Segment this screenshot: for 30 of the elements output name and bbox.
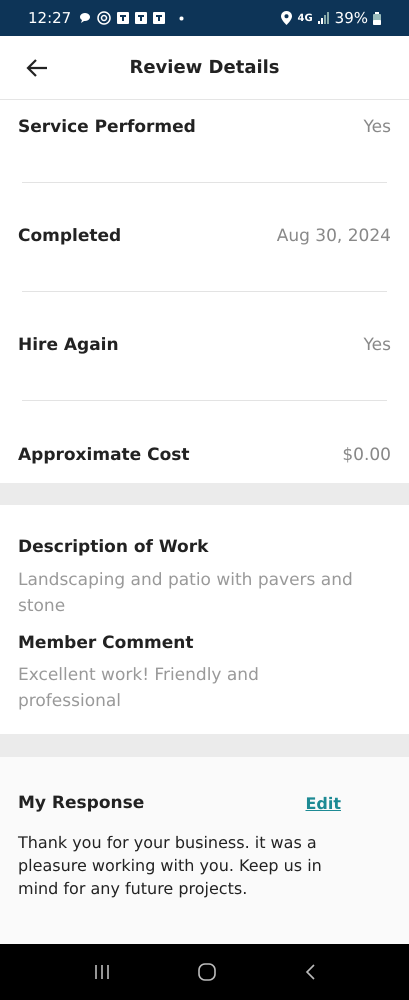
home-icon[interactable] [198, 963, 216, 981]
battery-percent: 39% [334, 8, 368, 29]
signal-icon [318, 12, 330, 24]
dot-icon [179, 16, 184, 20]
app-notification-icon [153, 12, 166, 24]
detail-value: $0.00 [342, 444, 391, 467]
back-icon[interactable] [304, 964, 315, 980]
section-label: Description of Work [18, 536, 210, 559]
battery-icon [373, 12, 381, 24]
detail-value: Aug 30, 2024 [276, 225, 391, 248]
detail-label: Service Performed [18, 116, 196, 139]
location-icon [281, 11, 292, 25]
section-text: Landscaping and patio with pavers and stone [18, 568, 354, 618]
detail-label: Approximate Cost [18, 444, 190, 467]
section-text: Excellent work! Friendly and professional [18, 664, 260, 713]
detail-label: Hire Again [18, 334, 119, 358]
app-notification-icon [117, 12, 130, 24]
detail-value: Yes [364, 116, 391, 139]
detail-label: Completed [18, 225, 122, 248]
edit-link[interactable]: Edit [305, 792, 341, 816]
recent-apps-icon[interactable] [94, 964, 110, 980]
response-text: Thank you for your business. it was a pleasure working with you. Keep us in mind for any future projects. [18, 832, 323, 900]
detail-value: Yes [364, 334, 391, 358]
status-time: 12:27 [28, 8, 72, 29]
message-icon [79, 12, 92, 24]
network-type: 4G [297, 12, 313, 26]
page-title: Review Details [128, 56, 281, 80]
response-title: My Response [18, 792, 144, 815]
section-label: Member Comment [18, 632, 195, 654]
app-notification-icon [135, 12, 148, 24]
